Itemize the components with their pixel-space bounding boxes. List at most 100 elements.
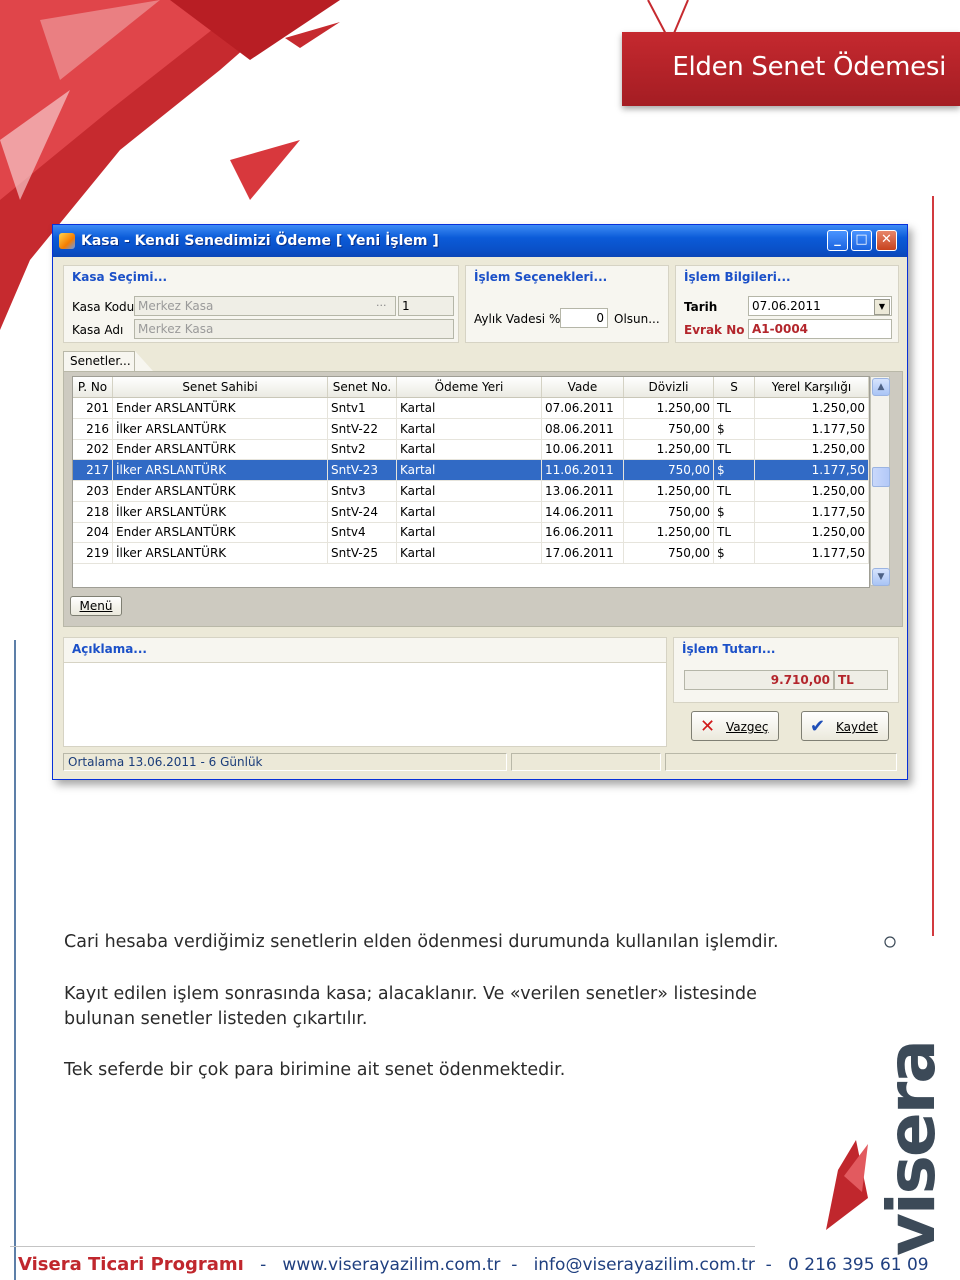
table-cell: 204 <box>73 522 113 543</box>
table-cell: 1.250,00 <box>624 480 714 501</box>
table-cell: 750,00 <box>624 418 714 439</box>
table-cell: Kartal <box>397 480 542 501</box>
close-button[interactable]: ✕ <box>876 230 897 251</box>
table-row[interactable]: 201 Ender ARSLANTÜRK Sntv1 Kartal 07.06.2011… <box>73 398 869 419</box>
table-row[interactable]: 217 İlker ARSLANTÜRK SntV-23 Kartal 11.06.20… <box>73 460 869 482</box>
table-cell: Kartal <box>397 398 542 418</box>
tab-slope <box>135 351 153 371</box>
options-group-title: İşlem Seçenekleri... <box>474 270 608 284</box>
table-cell: 1.250,00 <box>755 439 869 460</box>
table-cell: 202 <box>73 439 113 460</box>
table-row[interactable]: 204 Ender ARSLANTÜRK Sntv4 Kartal 16.06.2011… <box>73 522 869 544</box>
tab-senetler[interactable]: Senetler... <box>63 351 135 371</box>
col-vade[interactable]: Vade <box>542 377 624 397</box>
logo-text: visera <box>873 1041 950 1256</box>
table-cell: 10.06.2011 <box>542 439 624 460</box>
description-line-4: Tek seferde bir çok para birimine ait se… <box>64 1060 566 1080</box>
minimize-button[interactable]: _ <box>827 230 848 251</box>
table-cell: Kartal <box>397 542 542 563</box>
table-cell: 216 <box>73 418 113 439</box>
col-sahibi[interactable]: Senet Sahibi <box>113 377 328 397</box>
table-cell: TL <box>714 439 755 460</box>
maximize-button[interactable]: □ <box>851 230 872 251</box>
cancel-button[interactable]: ✕ Vazgeç <box>691 711 779 741</box>
table-cell: Sntv2 <box>328 439 397 460</box>
table-row[interactable]: 202 Ender ARSLANTÜRK Sntv2 Kartal 10.06.2011… <box>73 439 869 461</box>
status-text: Ortalama 13.06.2011 - 6 Günlük <box>63 753 507 771</box>
save-button[interactable]: ✔ Kaydet <box>801 711 889 741</box>
table-cell: Kartal <box>397 418 542 439</box>
table-cell: SntV-23 <box>328 460 397 481</box>
aciklama-textarea[interactable] <box>68 666 660 740</box>
info-group-title: İşlem Bilgileri... <box>684 270 791 284</box>
aciklama-header <box>64 638 666 663</box>
tarih-input[interactable]: 07.06.2011 <box>748 296 892 316</box>
kasa-lookup-button[interactable]: ... <box>376 296 387 309</box>
table-cell: Sntv3 <box>328 480 397 501</box>
kasa-kodu-field[interactable]: Merkez Kasa <box>134 296 396 316</box>
scroll-down-icon[interactable]: ▼ <box>872 568 890 586</box>
table-row[interactable]: 219 İlker ARSLANTÜRK SntV-25 Kartal 17.06.20… <box>73 542 869 564</box>
table-cell: 1.250,00 <box>755 398 869 418</box>
footer-website[interactable]: www.viserayazilim.com.tr <box>282 1255 500 1275</box>
kasa-no-field[interactable]: 1 <box>398 296 454 316</box>
table-header: P. No Senet Sahibi Senet No. Ödeme Yeri … <box>73 377 869 398</box>
table-cell: 217 <box>73 460 113 481</box>
tutar-group: İşlem Tutarı... 9.710,00 TL <box>673 637 899 703</box>
table-cell: 218 <box>73 501 113 522</box>
tutar-amount: 9.710,00 <box>684 670 834 690</box>
menu-button[interactable]: Menü <box>70 596 122 616</box>
table-cell: 17.06.2011 <box>542 542 624 563</box>
table-cell: SntV-25 <box>328 542 397 563</box>
table-cell: 13.06.2011 <box>542 480 624 501</box>
table-cell: 1.177,50 <box>755 501 869 522</box>
table-cell: $ <box>714 418 755 439</box>
footer-brand: Visera Ticari Programı <box>18 1254 244 1275</box>
evrak-no-input[interactable]: A1-0004 <box>748 319 892 339</box>
scroll-up-icon[interactable]: ▲ <box>872 378 890 396</box>
description-line-1: Cari hesaba verdiğimiz senetlerin elden … <box>64 932 779 952</box>
table-cell: TL <box>714 480 755 501</box>
table-row[interactable]: 216 İlker ARSLANTÜRK SntV-22 Kartal 08.06.20… <box>73 418 869 440</box>
save-label: Kaydet <box>836 720 878 734</box>
table-row[interactable]: 203 Ender ARSLANTÜRK Sntv3 Kartal 13.06.2011… <box>73 480 869 502</box>
footer-divider <box>10 1246 755 1247</box>
table-cell: 1.250,00 <box>624 439 714 460</box>
visera-logo: visera <box>826 936 950 1256</box>
col-senet-no[interactable]: Senet No. <box>328 377 397 397</box>
footer-email[interactable]: info@viserayazilim.com.tr <box>534 1255 755 1275</box>
date-dropdown-icon[interactable]: ▼ <box>874 299 890 315</box>
senet-table: P. No Senet Sahibi Senet No. Ödeme Yeri … <box>72 376 870 588</box>
scroll-thumb[interactable] <box>872 467 890 487</box>
table-row[interactable]: 218 İlker ARSLANTÜRK SntV-24 Kartal 14.06.20… <box>73 501 869 523</box>
table-cell: 201 <box>73 398 113 418</box>
options-group: İşlem Seçenekleri... Aylık Vadesi % 0 Ol… <box>465 265 669 343</box>
col-s[interactable]: S <box>714 377 755 397</box>
app-icon <box>59 233 75 249</box>
table-cell: 750,00 <box>624 542 714 563</box>
evrak-no-label: Evrak No <box>684 323 745 337</box>
col-pno[interactable]: P. No <box>73 377 113 397</box>
col-odeme-yeri[interactable]: Ödeme Yeri <box>397 377 542 397</box>
aylik-vadesi-label: Aylık Vadesi % <box>474 312 561 326</box>
table-cell: 1.250,00 <box>755 522 869 543</box>
check-icon: ✔ <box>810 716 826 737</box>
table-cell: 1.177,50 <box>755 542 869 563</box>
table-scrollbar[interactable]: ▲ ▼ <box>870 376 890 586</box>
aylik-vadesi-input[interactable]: 0 <box>560 308 608 328</box>
table-cell: 750,00 <box>624 460 714 481</box>
table-cell: 219 <box>73 542 113 563</box>
table-cell: Ender ARSLANTÜRK <box>113 480 328 501</box>
cancel-label: Vazgeç <box>726 720 769 734</box>
col-yerel[interactable]: Yerel Karşılığı <box>755 377 869 397</box>
table-cell: 14.06.2011 <box>542 501 624 522</box>
kasa-adi-field[interactable]: Merkez Kasa <box>134 319 454 339</box>
table-cell: 1.250,00 <box>755 480 869 501</box>
window-titlebar[interactable]: Kasa - Kendi Senedimizi Ödeme [ Yeni İşl… <box>53 225 907 257</box>
description-line-3: bulunan senetler listeden çıkartılır. <box>64 1009 368 1029</box>
col-dovizli[interactable]: Dövizli <box>624 377 714 397</box>
table-cell: 203 <box>73 480 113 501</box>
table-cell: Sntv1 <box>328 398 397 418</box>
table-cell: Kartal <box>397 522 542 543</box>
aciklama-title: Açıklama... <box>72 642 147 656</box>
